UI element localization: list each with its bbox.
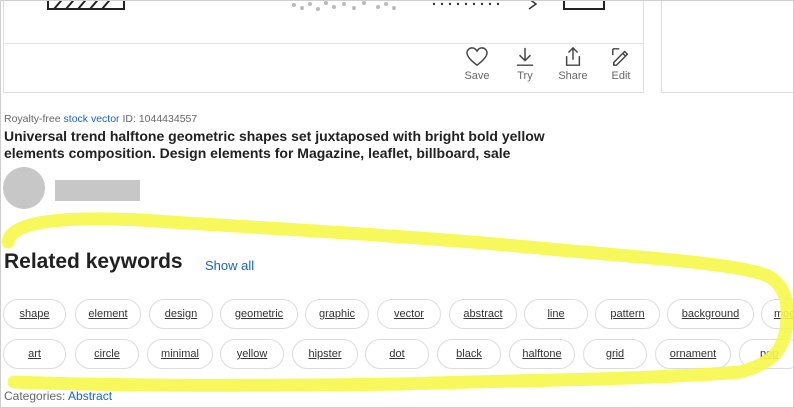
save-label: Save <box>464 70 490 82</box>
edit-label: Edit <box>611 70 631 82</box>
keyword-chip-vector[interactable]: vector <box>377 299 441 329</box>
asset-meta: Royalty-free stock vector ID: 1044434557 <box>4 113 197 125</box>
edit-button[interactable]: Edit <box>601 47 641 82</box>
contributor-name-placeholder[interactable] <box>55 180 140 201</box>
edit-icon <box>612 48 629 66</box>
keyword-chip-art[interactable]: art <box>3 339 66 369</box>
related-keywords-heading: Related keywords <box>4 250 183 273</box>
stock-vector-link[interactable]: stock vector <box>64 113 120 125</box>
try-label: Try <box>517 70 533 82</box>
keyword-chip-line[interactable]: line <box>524 299 588 329</box>
try-button[interactable]: Try <box>505 47 545 82</box>
keyword-chip-geometric[interactable]: geometric <box>220 299 298 329</box>
keyword-chip-grid[interactable]: grid <box>583 339 647 369</box>
keyword-chip-circle[interactable]: circle <box>75 339 139 369</box>
download-icon <box>516 47 534 66</box>
vector-preview-image[interactable] <box>4 0 644 39</box>
keyword-chip-hipster[interactable]: hipster <box>292 339 358 369</box>
keyword-chip-graphic[interactable]: graphic <box>305 299 369 329</box>
asset-id-label: ID: <box>122 113 136 125</box>
keyword-chip-pattern[interactable]: pattern <box>595 299 660 329</box>
keyword-chip-shape[interactable]: shape <box>3 299 66 329</box>
asset-title: Universal trend halftone geometric shape… <box>4 128 604 162</box>
category-link-abstract[interactable]: Abstract <box>68 389 112 403</box>
image-preview-panel: Save Try Share Edit <box>3 0 644 93</box>
preview-hatched-shape <box>47 0 125 10</box>
keyword-chip-mod[interactable]: mod <box>761 299 794 329</box>
keyword-chip-dot[interactable]: dot <box>365 339 429 369</box>
share-label: Share <box>558 70 588 82</box>
contributor-avatar[interactable] <box>3 167 45 209</box>
preview-divider <box>4 43 643 44</box>
categories: Categories: Abstract <box>4 389 112 403</box>
keyword-chip-minimal[interactable]: minimal <box>147 339 213 369</box>
preview-halftone-blobs <box>292 1 396 11</box>
royalty-free-label: Royalty-free <box>4 113 61 125</box>
preview-dot-line <box>432 2 500 6</box>
share-icon <box>565 47 581 66</box>
keyword-chip-pop[interactable]: pop <box>739 339 794 369</box>
side-panel <box>661 0 794 93</box>
keyword-chip-background[interactable]: background <box>667 299 754 329</box>
categories-label: Categories: <box>4 389 66 403</box>
keyword-chip-design[interactable]: design <box>149 299 213 329</box>
keyword-chip-element[interactable]: element <box>75 299 141 329</box>
keyword-chip-halftone[interactable]: halftone <box>509 339 575 369</box>
asset-title-line2: elements composition. Design elements fo… <box>4 145 511 161</box>
keyword-chip-black[interactable]: black <box>437 339 501 369</box>
share-button[interactable]: Share <box>553 47 593 82</box>
keyword-chip-abstract[interactable]: abstract <box>449 299 517 329</box>
heart-icon <box>466 47 488 67</box>
asset-id: 1044434557 <box>138 113 198 125</box>
keyword-chip-yellow[interactable]: yellow <box>220 339 284 369</box>
keyword-chip-ornament[interactable]: ornament <box>655 339 731 369</box>
show-all-link[interactable]: Show all <box>205 258 254 273</box>
asset-title-line1: Universal trend halftone geometric shape… <box>4 128 545 144</box>
save-button[interactable]: Save <box>457 47 497 82</box>
